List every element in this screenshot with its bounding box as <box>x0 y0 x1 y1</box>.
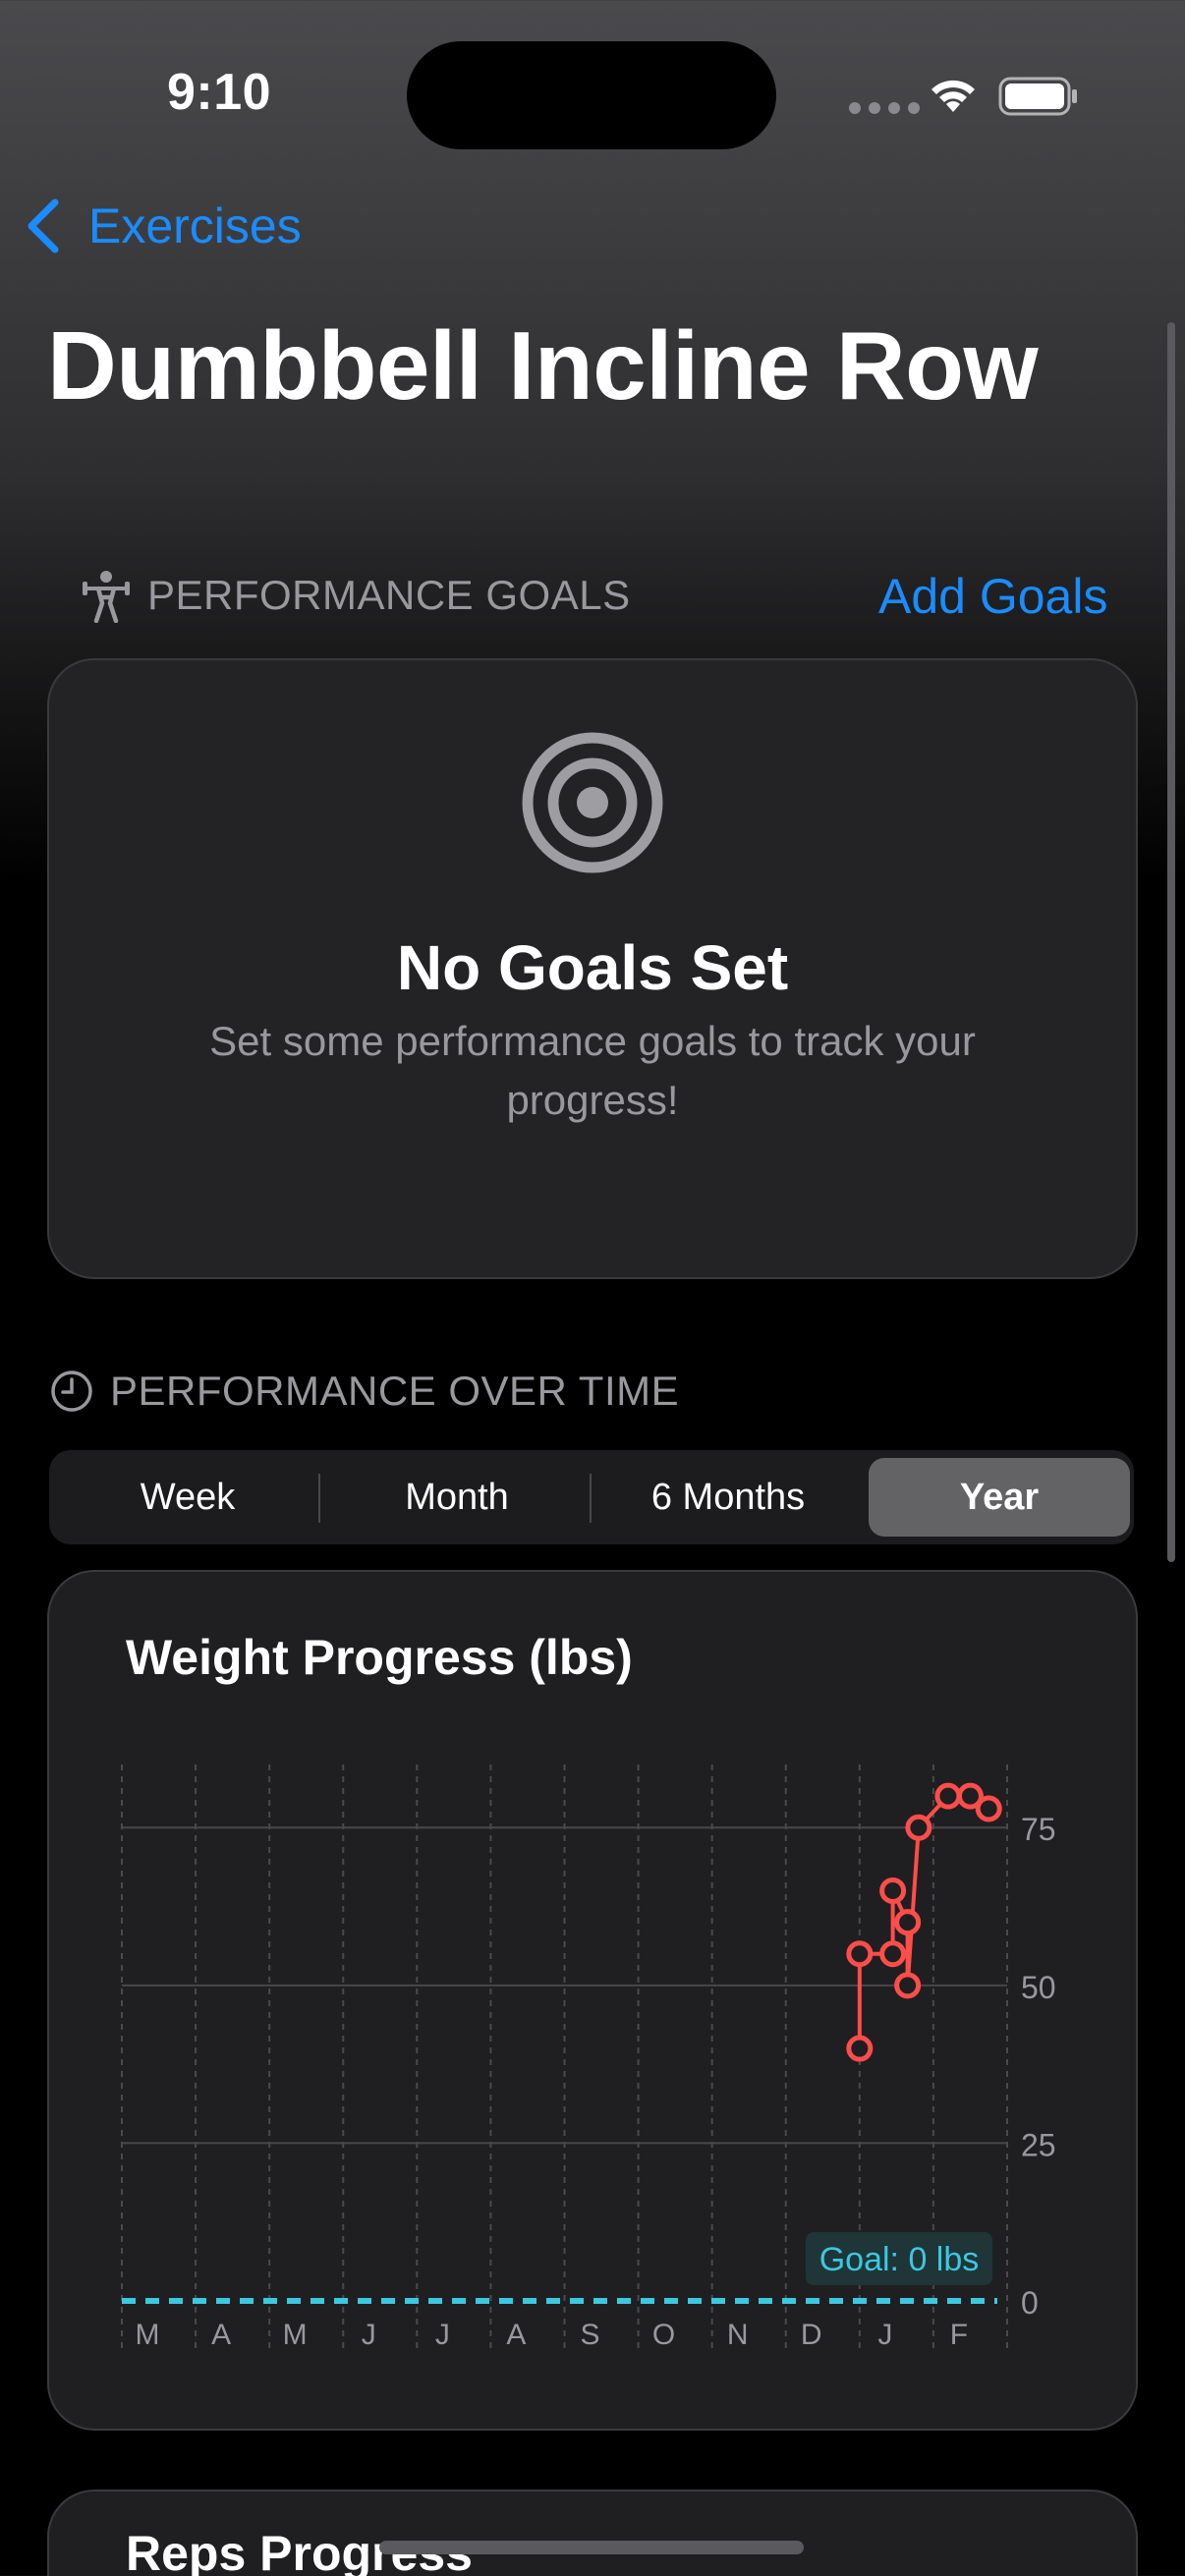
segment-6-months[interactable]: 6 Months <box>597 1458 859 1537</box>
segment-week[interactable]: Week <box>57 1458 318 1537</box>
weight-data-point <box>934 1782 962 1810</box>
weight-data-point <box>975 1795 1002 1822</box>
chart-x-tick-label: J <box>362 2319 376 2351</box>
target-icon <box>522 732 663 873</box>
chart-x-tick-label: O <box>652 2319 675 2351</box>
performance-section-header: PERFORMANCE OVER TIME <box>49 1368 679 1415</box>
goals-section-label: PERFORMANCE GOALS <box>147 572 631 618</box>
chart-y-tick-label: 50 <box>1021 1970 1056 2005</box>
chart-x-tick-label: A <box>211 2319 231 2351</box>
weight-data-point <box>894 1972 922 1999</box>
chevron-left-icon <box>28 198 59 253</box>
chart-title: Weight Progress (lbs) <box>126 1630 633 1685</box>
chart-y-tick-label: 75 <box>1021 1812 1056 1847</box>
cellular-icon <box>849 102 920 114</box>
weight-data-point <box>905 1814 932 1841</box>
chart-y-tick-label: 0 <box>1021 2285 1039 2321</box>
status-time: 9:10 <box>167 64 272 121</box>
chart-x-tick-label: N <box>727 2319 749 2351</box>
add-goals-button[interactable]: Add Goals <box>878 568 1107 625</box>
chart-x-tick-label: J <box>877 2319 892 2351</box>
goal-label: Goal: 0 lbs <box>819 2241 980 2278</box>
chart-x-tick-label: S <box>580 2319 599 2351</box>
battery-icon <box>998 77 1077 116</box>
segment-divider <box>318 1474 320 1523</box>
empty-goals-subtitle: Set some performance goals to track your… <box>209 1018 976 1123</box>
weight-data-point <box>879 1876 907 1904</box>
chart-x-tick-label: A <box>506 2319 526 2351</box>
chart-y-tick-label: 25 <box>1021 2127 1056 2162</box>
segment-month[interactable]: Month <box>326 1458 588 1537</box>
segment-year[interactable]: Year <box>869 1458 1130 1537</box>
empty-goals-title: No Goals Set <box>396 932 789 1003</box>
time-range-segmented-control: Week Month 6 Months Year <box>49 1450 1134 1544</box>
chart-x-tick-label: M <box>283 2319 308 2351</box>
chart-x-tick-label: J <box>435 2319 450 2351</box>
segment-divider <box>590 1474 592 1523</box>
weight-data-point <box>894 1909 922 1936</box>
performance-section-label: PERFORMANCE OVER TIME <box>110 1368 680 1414</box>
scrollbar[interactable] <box>1167 322 1175 1562</box>
wifi-icon <box>931 80 975 112</box>
weight-data-point <box>846 1940 874 1968</box>
clock-icon <box>51 1371 92 1412</box>
chart-x-tick-label: D <box>801 2319 822 2351</box>
back-label: Exercises <box>88 198 302 253</box>
weightlifter-icon <box>83 571 130 623</box>
weight-data-point <box>846 2035 874 2062</box>
page-title: Dumbbell Incline Row <box>47 311 1039 420</box>
weight-progress-chart: 0 25 50 75 M A M J J A S O N D J F Goal: 0 lbs <box>121 1764 1056 2351</box>
back-button[interactable]: Exercises <box>24 196 302 255</box>
goals-section-header: PERFORMANCE GOALS <box>81 568 631 623</box>
weight-data-point <box>879 1940 907 1968</box>
chart-x-tick-label: F <box>950 2319 968 2351</box>
chart-x-tick-label: M <box>136 2319 160 2351</box>
dynamic-island <box>407 41 776 149</box>
home-indicator[interactable] <box>379 2541 804 2554</box>
